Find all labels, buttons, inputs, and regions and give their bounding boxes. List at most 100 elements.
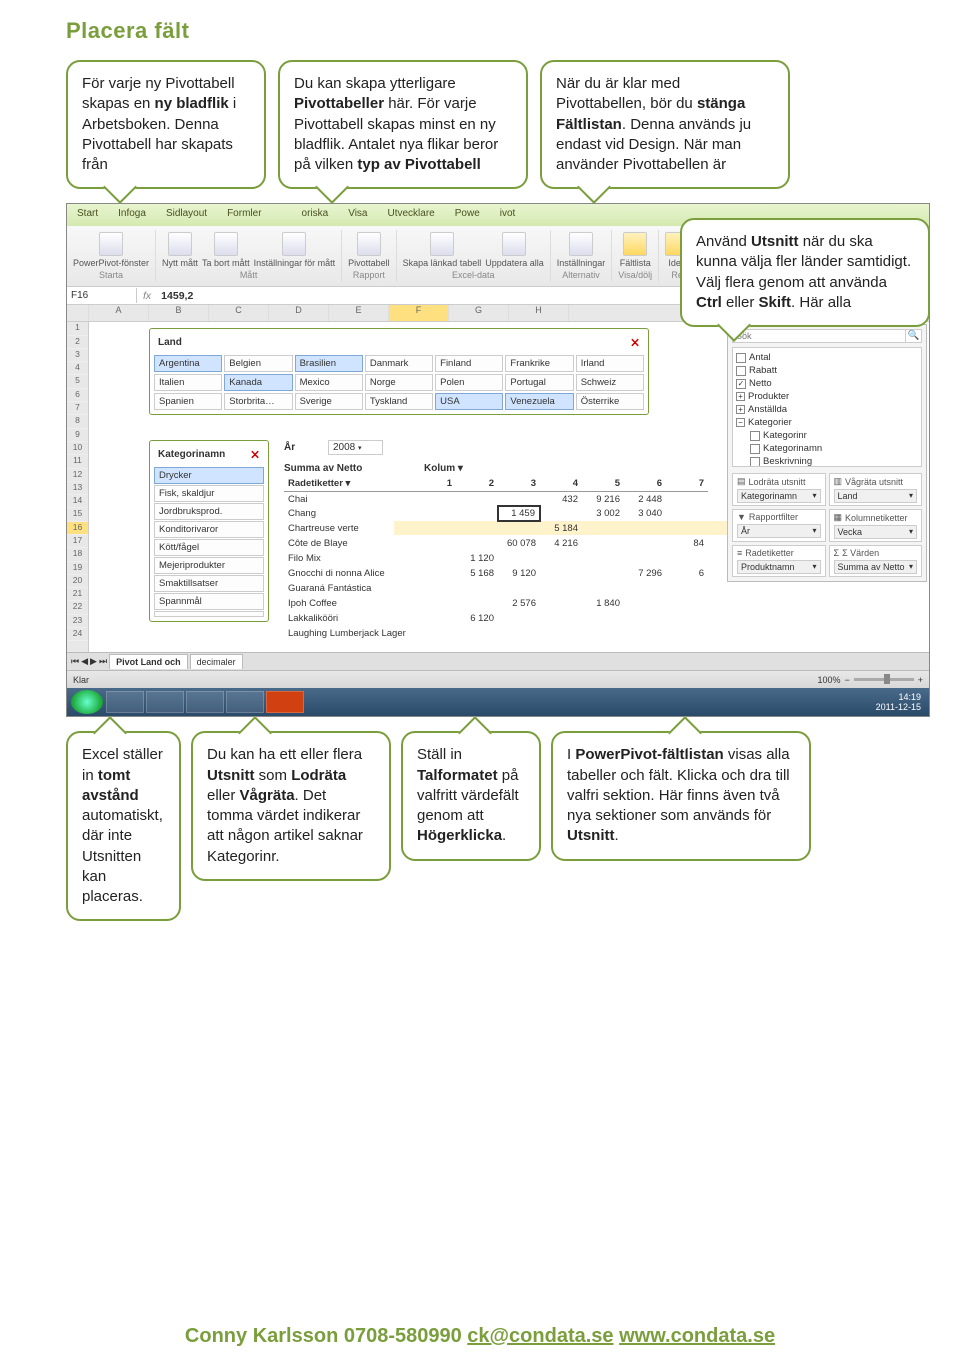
name-box[interactable]: F16 [67,288,137,303]
ribbon-button[interactable]: Inställningar [557,232,606,268]
row-header[interactable]: 2 [67,336,88,349]
field-tree-node[interactable]: Kategorinr [750,429,918,442]
pivot-cell[interactable]: 9 120 [498,566,540,581]
slicer-item[interactable]: Fisk, skaldjur [154,485,264,502]
drop-zone-item[interactable]: Produktnamn [737,560,821,574]
taskbar-clock[interactable]: 14:19 2011-12-15 [876,692,925,712]
slicer-item[interactable]: Venezuela [505,393,573,410]
slicer-item[interactable]: Spanien [154,393,222,410]
slicer-item[interactable]: Mexico [295,374,363,391]
pivot-cell[interactable]: 84 [666,536,708,551]
pivot-cell[interactable] [624,626,666,641]
pivot-cell[interactable] [414,506,456,521]
drop-zone[interactable]: ΣΣ VärdenSumma av Netto [829,545,923,577]
slicer-item[interactable]: Kanada [224,374,292,391]
sheet-tab-active[interactable]: Pivot Land och [109,654,188,669]
col-header[interactable]: B [149,305,209,321]
slicer-item[interactable]: Smaktillsatser [154,575,264,592]
field-tree-node[interactable]: Kategorinamn [750,442,918,455]
field-tree-node[interactable]: +Anställda [736,403,918,416]
ribbon-tab[interactable]: Sidlayout [156,204,217,226]
slicer-item[interactable]: Frankrike [505,355,573,372]
row-header[interactable]: 13 [67,482,88,495]
pivot-ar-value[interactable]: 2008 ▾ [328,440,383,455]
ribbon-button[interactable]: Uppdatera alla [485,232,544,268]
checkbox-icon[interactable] [750,431,760,441]
slicer-item[interactable] [154,611,264,617]
pivot-cell[interactable] [414,491,456,506]
row-header[interactable]: 24 [67,628,88,641]
slicer-item[interactable]: Danmark [365,355,433,372]
pivot-cell[interactable] [456,581,498,596]
row-header[interactable]: 8 [67,415,88,428]
nav-last-icon[interactable]: ⏭ [99,656,107,667]
col-header[interactable]: G [449,305,509,321]
col-header[interactable] [67,305,89,321]
ribbon-button[interactable]: Skapa länkad tabell [403,232,482,268]
pivot-cell[interactable] [414,566,456,581]
pivot-cell[interactable]: 4 216 [540,536,582,551]
pivot-cell[interactable] [582,566,624,581]
search-icon[interactable]: 🔍 [906,329,922,343]
slicer-item[interactable]: Kött/fågel [154,539,264,556]
ribbon-tab[interactable]: Utvecklare [378,204,445,226]
field-tree-node[interactable]: Antal [736,351,918,364]
pivot-cell[interactable]: 1 459 [498,506,540,521]
start-button[interactable] [71,690,103,714]
slicer-item[interactable]: Italien [154,374,222,391]
pivot-cell[interactable] [666,596,708,611]
pivot-cell[interactable] [414,551,456,566]
pivot-cell[interactable]: 1 840 [582,596,624,611]
zoom-slider[interactable] [854,678,914,681]
pivot-cell[interactable] [498,581,540,596]
row-header[interactable]: 4 [67,362,88,375]
pivot-cell[interactable] [540,506,582,521]
slicer-item[interactable]: Drycker [154,467,264,484]
drop-zone-item[interactable]: Land [834,489,918,503]
pivot-cell[interactable] [666,581,708,596]
zoom-controls[interactable]: 100% −+ [817,675,923,685]
slicer-land[interactable]: Land ⨯ ArgentinaBelgienBrasilienDanmarkF… [149,328,649,415]
slicer-item[interactable]: Polen [435,374,503,391]
slicer-item[interactable]: Belgien [224,355,292,372]
row-header[interactable]: 10 [67,442,88,455]
pivot-cell[interactable] [498,491,540,506]
col-header[interactable]: D [269,305,329,321]
pivot-cell[interactable] [498,521,540,536]
ribbon-tab[interactable] [272,204,292,226]
ribbon-tab[interactable]: ivot [490,204,526,226]
pivot-cell[interactable] [624,581,666,596]
pivot-cell[interactable] [414,611,456,626]
ribbon-tab[interactable]: Visa [338,204,377,226]
row-header[interactable]: 3 [67,349,88,362]
slicer-item[interactable]: Brasilien [295,355,363,372]
pivot-cell[interactable] [624,551,666,566]
ribbon-tab[interactable]: oriska [292,204,339,226]
slicer-item[interactable]: Portugal [505,374,573,391]
row-header[interactable]: 16 [67,522,88,535]
col-header[interactable]: A [89,305,149,321]
field-tree[interactable]: AntalRabatt✓Netto+Produkter+Anställda−Ka… [732,347,922,467]
pivot-cell[interactable] [456,626,498,641]
pivot-cell[interactable] [540,581,582,596]
pivot-cell[interactable] [498,626,540,641]
pivot-cell[interactable]: 60 078 [498,536,540,551]
pivot-cell[interactable]: 5 168 [456,566,498,581]
pivot-cell[interactable] [624,521,666,536]
pivot-cell[interactable] [498,611,540,626]
field-tree-node[interactable]: ✓Netto [736,377,918,390]
row-header[interactable]: 14 [67,495,88,508]
pivot-cell[interactable] [456,596,498,611]
expand-icon[interactable]: − [736,418,745,427]
slicer-item[interactable]: Österrike [576,393,644,410]
slicer-item[interactable]: Argentina [154,355,222,372]
ribbon-tab[interactable]: Infoga [108,204,156,226]
pivot-cell[interactable] [666,521,708,536]
field-tree-node[interactable]: −Kategorier [736,416,918,429]
pivot-cell[interactable]: 3 002 [582,506,624,521]
row-header[interactable]: 9 [67,429,88,442]
pivot-cell[interactable]: 2 576 [498,596,540,611]
pivot-cell[interactable] [582,626,624,641]
col-header[interactable]: E [329,305,389,321]
row-header[interactable]: 5 [67,375,88,388]
